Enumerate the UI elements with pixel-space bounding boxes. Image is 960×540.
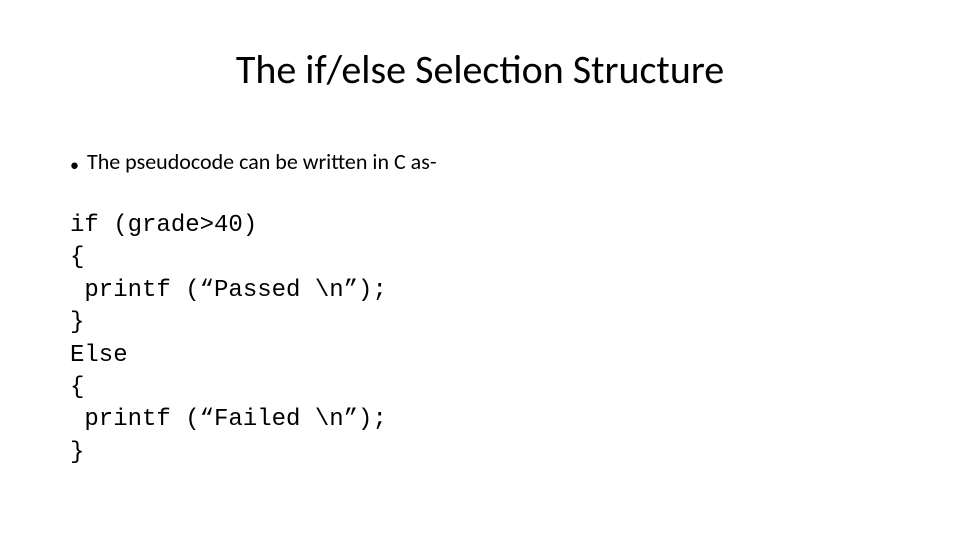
slide: The if/else Selection Structure • The ps… <box>0 0 960 540</box>
bullet-item: • The pseudocode can be written in C as- <box>70 148 437 175</box>
bullet-text: The pseudocode can be written in C as- <box>87 148 437 175</box>
bullet-dot-icon: • <box>70 156 79 174</box>
slide-title: The if/else Selection Structure <box>0 45 960 94</box>
code-block: if (grade>40) { printf (“Passed \n”); } … <box>70 210 387 469</box>
